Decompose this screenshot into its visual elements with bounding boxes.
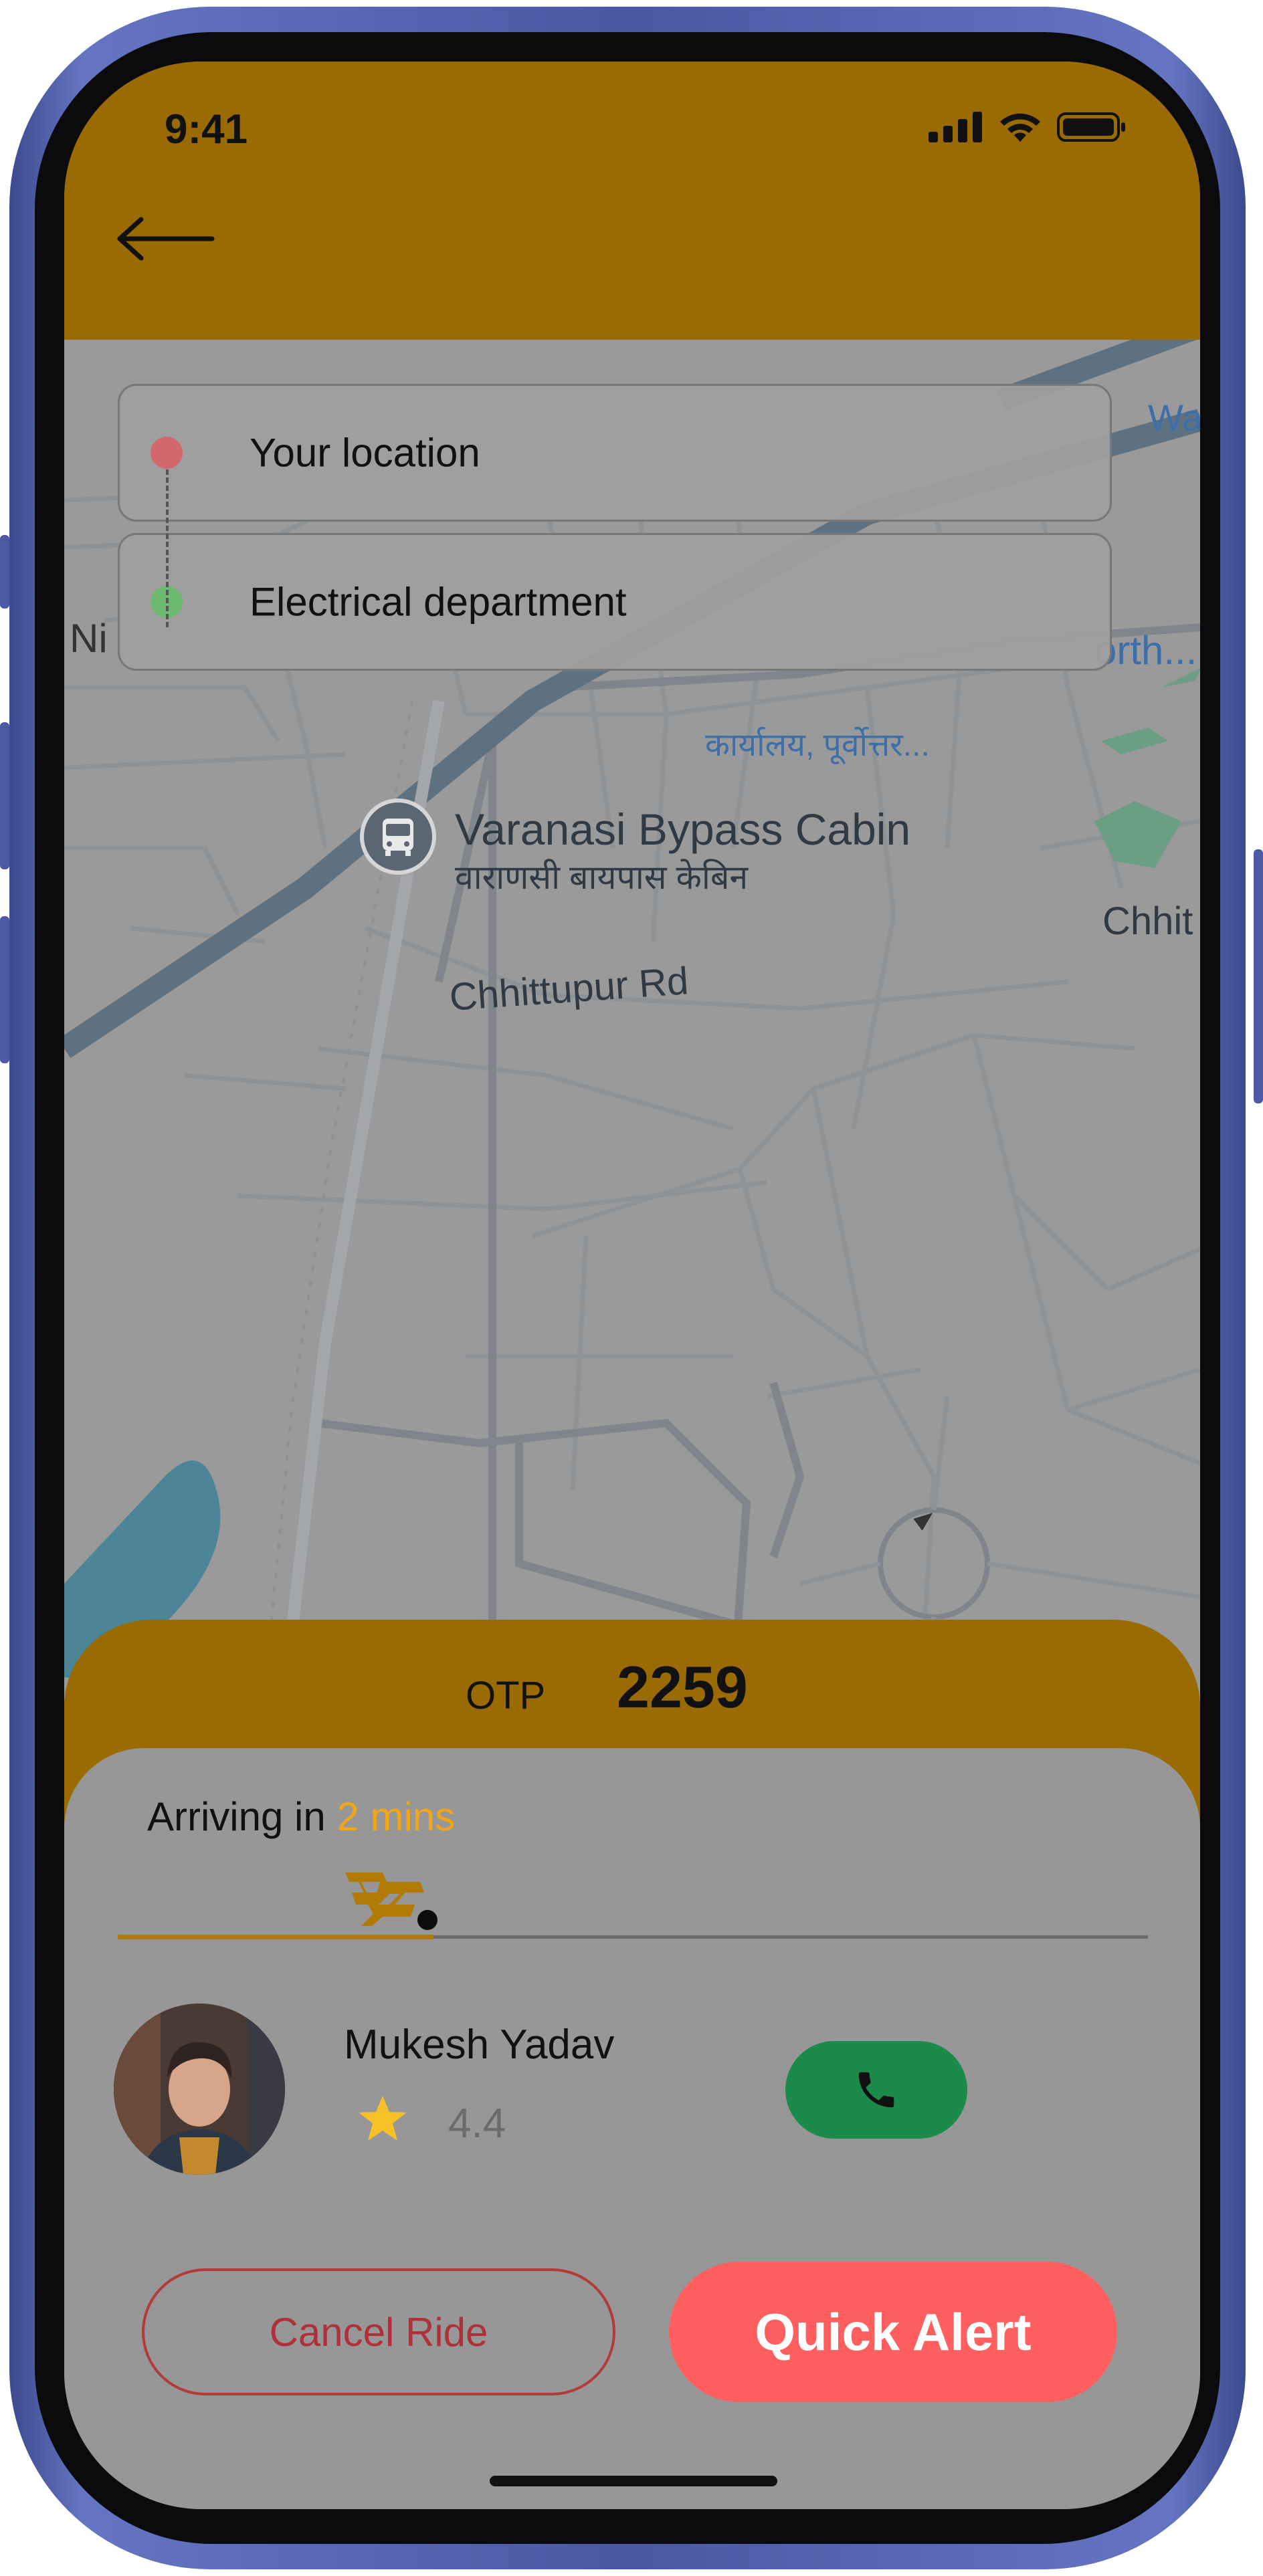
map-label: Wa	[1148, 397, 1200, 439]
origin-label: Your location	[250, 430, 480, 475]
arrival-eta: 2 mins	[336, 1794, 456, 1839]
map-label: कार्यालय, पूर्वोत्तर...	[705, 728, 930, 763]
destination-label: Electrical department	[250, 579, 627, 625]
star-icon	[359, 2096, 407, 2141]
status-icons	[929, 111, 1127, 143]
wifi-icon	[1000, 113, 1040, 142]
driver-rating: 4.4	[448, 2101, 506, 2147]
destination-field[interactable]: Electrical department	[118, 533, 1112, 671]
map-label: Ni	[70, 616, 108, 661]
map-label: Chhit	[1102, 899, 1193, 943]
otp-label: OTP	[466, 1674, 546, 1717]
otp-value: 2259	[617, 1654, 748, 1720]
arrival-text: Arriving in 2 mins	[147, 1794, 455, 1840]
header-bar: 9:41	[64, 62, 1200, 340]
driver-avatar	[114, 2004, 285, 2175]
driver-photo-icon	[114, 2004, 285, 2175]
arrow-left-icon	[117, 217, 215, 261]
battery-icon	[1057, 112, 1125, 142]
origin-field[interactable]: Your location	[118, 384, 1112, 522]
arrival-prefix: Arriving in	[147, 1794, 326, 1839]
signal-icon	[929, 112, 982, 142]
status-time: 9:41	[165, 106, 248, 152]
phone-side-button	[0, 916, 9, 1063]
cancel-ride-button[interactable]: Cancel Ride	[142, 2268, 615, 2395]
phone-side-button	[0, 722, 9, 869]
driver-name: Mukesh Yadav	[344, 2022, 615, 2068]
map-label: वाराणसी बायपास केबिन	[455, 859, 749, 896]
arrival-progress-dot	[417, 1910, 438, 1930]
bus-stop-icon	[360, 798, 436, 875]
back-button[interactable]	[111, 202, 218, 276]
origin-dot-icon	[151, 437, 183, 469]
route-connector	[166, 469, 169, 627]
phone-side-button	[1254, 849, 1263, 1103]
phone-icon	[858, 2072, 894, 2108]
scooter-icon	[345, 1872, 424, 1926]
home-indicator[interactable]	[490, 2476, 777, 2486]
quick-alert-button[interactable]: Quick Alert	[669, 2262, 1117, 2402]
phone-side-button	[0, 535, 9, 609]
call-driver-button[interactable]	[785, 2041, 967, 2139]
map-label: Varanasi Bypass Cabin	[455, 804, 911, 854]
arrival-progress-fill	[118, 1935, 433, 1939]
app-screen: 9:41 Wa Ni orth... कार्यालय, पूर्वोत्तर.…	[64, 62, 1200, 2509]
